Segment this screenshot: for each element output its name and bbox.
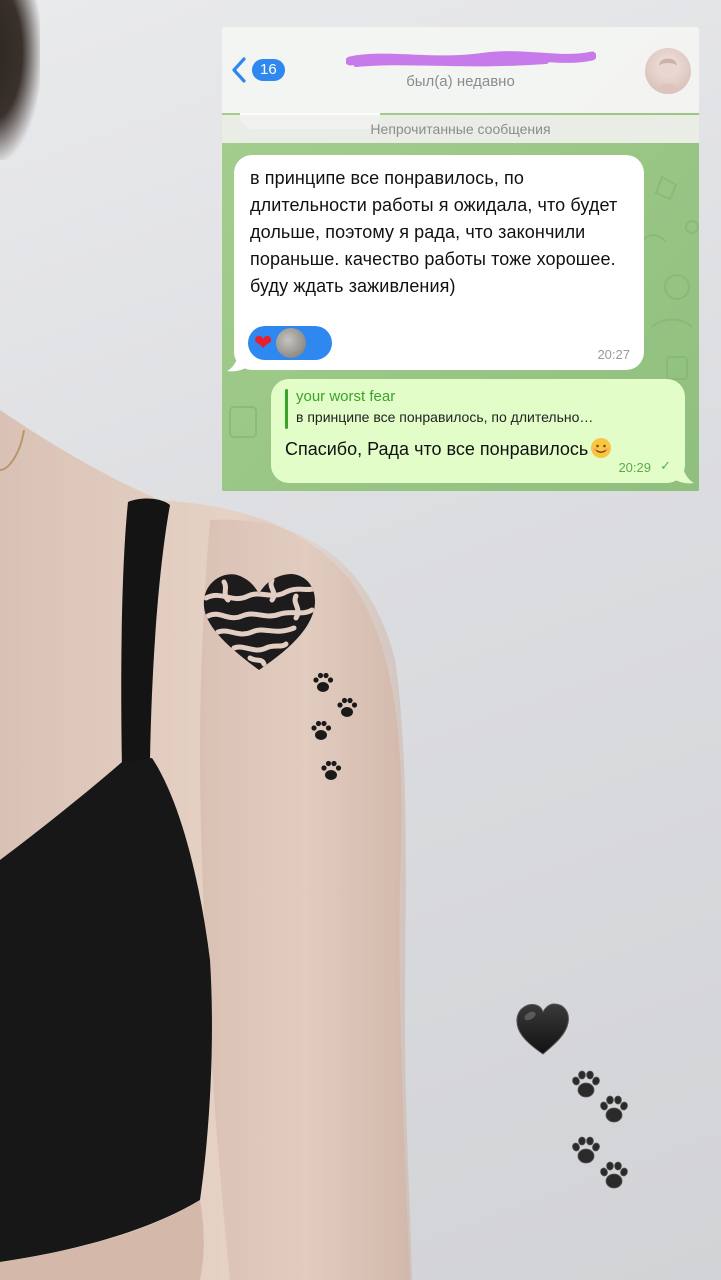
incoming-message-time: 20:27 — [597, 347, 630, 362]
outgoing-message-text: Спасибо, Рада что все понравилось — [285, 439, 589, 459]
paw-prints-icon — [596, 1093, 632, 1127]
reactions-pill[interactable]: ❤ — [248, 326, 332, 360]
smiling-face-emoji-icon — [591, 438, 612, 458]
paw-prints-icon — [596, 1159, 632, 1193]
contact-avatar[interactable] — [645, 48, 691, 94]
incoming-message[interactable]: в принципе все понравилось, по длительно… — [234, 155, 644, 370]
read-check-icon: ✓ — [660, 458, 671, 473]
telegram-chat-screenshot: 16 был(а) недавно Непрочитанные сообщени… — [222, 27, 699, 491]
heart-reaction-icon: ❤ — [254, 330, 273, 355]
contact-status: был(а) недавно — [406, 73, 515, 90]
hair — [0, 0, 40, 160]
contact-name-redacted[interactable] — [346, 49, 596, 69]
paw-tattoo-icon — [318, 758, 344, 784]
reply-quote-text: в принципе все понравилось, по длительно… — [296, 409, 594, 425]
outgoing-message-time: 20:29 — [618, 460, 651, 475]
incoming-message-text: в принципе все понравилось, по длительно… — [250, 168, 618, 296]
reply-quote-bar — [285, 389, 288, 429]
heart-tattoo-icon — [203, 574, 316, 670]
paw-tattoo-icon — [308, 718, 334, 744]
outgoing-message-text-row: Спасибо, Рада что все понравилось — [285, 437, 612, 460]
reaction-avatar-icon — [276, 328, 307, 358]
black-heart-icon — [516, 1003, 569, 1055]
paw-tattoo-icon — [334, 695, 360, 721]
paw-tattoo-icon — [310, 670, 336, 696]
unread-messages-divider: Непрочитанные сообщения — [222, 115, 699, 143]
chat-header: 16 был(а) недавно — [222, 27, 699, 113]
reply-author: your worst fear — [296, 388, 396, 405]
outgoing-message[interactable]: your worst fear в принципе все понравило… — [271, 379, 685, 483]
avatar-icon — [657, 58, 679, 94]
